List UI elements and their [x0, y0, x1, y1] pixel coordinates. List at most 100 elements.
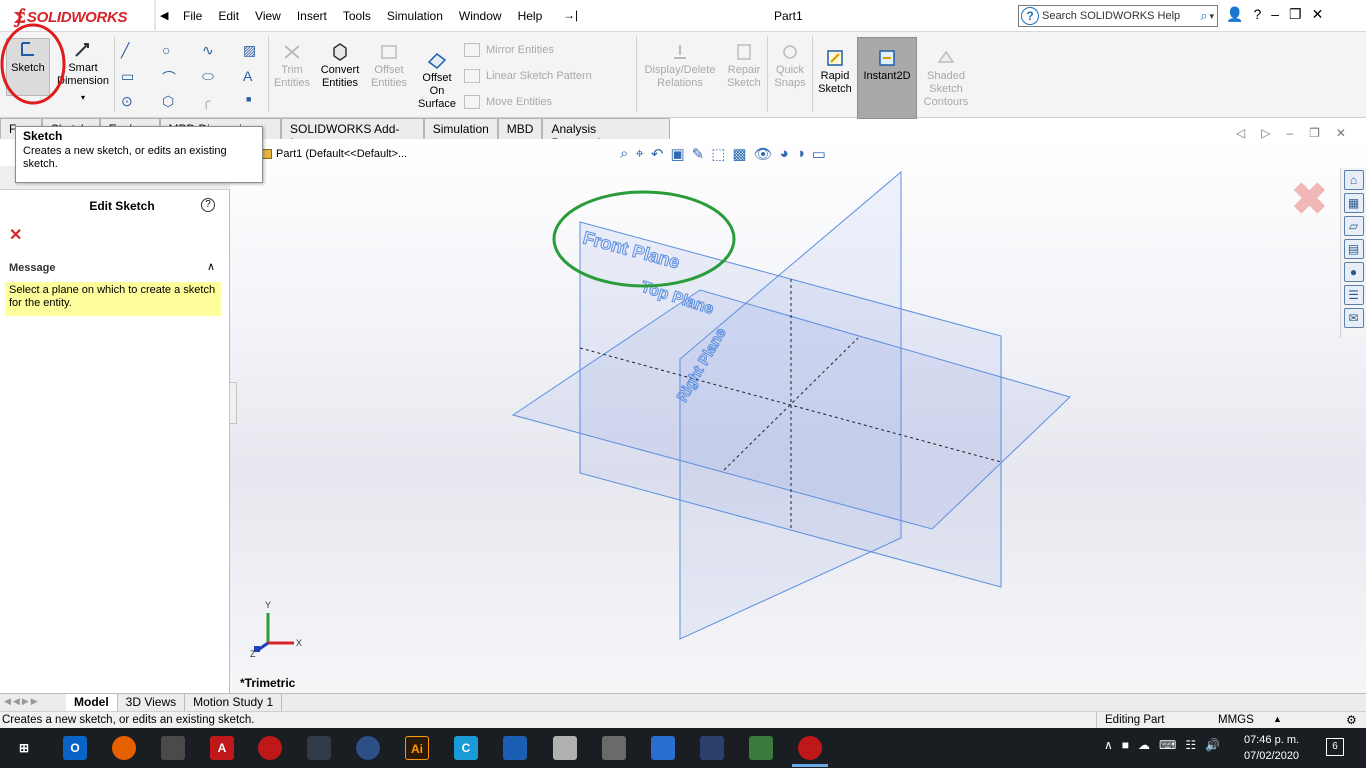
solidworks-2019-icon[interactable]	[258, 736, 282, 760]
tab-model[interactable]: Model	[66, 694, 118, 711]
app-icon[interactable]	[307, 736, 331, 760]
view-palette-icon[interactable]: ▤	[1343, 239, 1364, 259]
apply-scene-icon[interactable]: ◑	[796, 145, 805, 163]
zoom-to-area-icon[interactable]: ⌖	[635, 145, 643, 163]
onedrive-icon[interactable]: ☁	[1138, 738, 1150, 752]
menu-simulation[interactable]: Simulation	[387, 9, 443, 23]
menu-expand-icon[interactable]: ◀	[160, 9, 168, 22]
app-icon[interactable]	[356, 736, 380, 760]
close-icon[interactable]: ✕	[1312, 6, 1324, 23]
rectangle-icon[interactable]: ▭	[121, 68, 134, 85]
app-icon[interactable]	[161, 736, 185, 760]
rebuild-icon[interactable]: ⚙	[1346, 713, 1357, 727]
menu-window[interactable]: Window	[459, 9, 502, 23]
view-settings-icon[interactable]: ▭	[812, 145, 826, 163]
offset-entities-button[interactable]: Offset Entities	[368, 42, 410, 90]
tab-solidworks-addins[interactable]: SOLIDWORKS Add-Ins	[281, 118, 424, 150]
tab-motion-study[interactable]: Motion Study 1	[185, 694, 283, 711]
quick-snaps-button[interactable]: Quick Snaps	[770, 42, 810, 90]
menu-insert[interactable]: Insert	[297, 9, 327, 23]
app-icon[interactable]	[700, 736, 724, 760]
notification-center-icon[interactable]: 6	[1326, 738, 1344, 756]
pin-menu-icon[interactable]: →|	[563, 8, 578, 22]
instant2d-content[interactable]: Instant2D	[859, 48, 915, 83]
shaded-sketch-contours-button[interactable]: Shaded Sketch Contours	[920, 48, 972, 109]
display-style-icon[interactable]: ▩	[732, 145, 746, 163]
reference-planes[interactable]: Front Plane Top Plane Right Plane Y X Z	[230, 139, 1366, 693]
doc-next-icon[interactable]: ▷	[1261, 126, 1270, 140]
illustrator-icon[interactable]: Ai	[405, 736, 429, 760]
dynamic-annotation-icon[interactable]: ✎	[692, 145, 705, 163]
show-hidden-icons-icon[interactable]: ∧	[1104, 738, 1113, 752]
repair-sketch-button[interactable]: Repair Sketch	[724, 42, 764, 90]
units-dropdown-icon[interactable]: ▲	[1273, 714, 1282, 724]
ime-icon[interactable]: ⌨	[1159, 738, 1176, 752]
feature-tree-flyout[interactable]: Part1 (Default<<Default>...	[262, 148, 407, 160]
tab-analysis-preparation[interactable]: Analysis Preparation	[542, 118, 670, 150]
help-icon[interactable]: ?	[201, 198, 215, 212]
firefox-icon[interactable]	[112, 736, 136, 760]
rapid-sketch-button[interactable]: Rapid Sketch	[815, 48, 855, 96]
cancel-icon[interactable]: ✕	[9, 225, 22, 245]
polygon-icon[interactable]: ⬡	[162, 93, 174, 110]
app-icon[interactable]	[602, 736, 626, 760]
mirror-entities-button[interactable]: Mirror Entities	[464, 43, 554, 57]
forum-icon[interactable]: ✉	[1343, 308, 1364, 328]
doc-minimize-icon[interactable]: –	[1286, 126, 1293, 140]
volume-icon[interactable]: 🔊	[1205, 738, 1220, 752]
help-search-box[interactable]: ? Search SOLIDWORKS Help ⌕ ▾	[1018, 5, 1218, 27]
menu-help[interactable]: Help	[518, 9, 543, 23]
menu-tools[interactable]: Tools	[343, 9, 371, 23]
menu-edit[interactable]: Edit	[218, 9, 239, 23]
slot-icon[interactable]: ⊙	[121, 93, 133, 110]
linear-sketch-pattern-button[interactable]: Linear Sketch Pattern	[464, 69, 592, 83]
convert-entities-button[interactable]: Convert Entities	[316, 42, 364, 90]
tab-navigation-arrows-icon[interactable]: ◀◀▶▶	[0, 694, 66, 711]
view-orientation-icon[interactable]: ⬚	[711, 145, 725, 163]
file-explorer-icon[interactable]: ▱	[1343, 216, 1364, 236]
help-search-input[interactable]: Search SOLIDWORKS Help	[1042, 10, 1180, 22]
user-icon[interactable]: 👤	[1226, 6, 1243, 23]
previous-view-icon[interactable]: ↶	[651, 145, 664, 163]
move-entities-button[interactable]: Move Entities	[464, 95, 552, 109]
autocad-icon[interactable]: A	[210, 736, 234, 760]
tray-app-icon[interactable]: ■	[1122, 738, 1129, 752]
unit-system[interactable]: MMGS	[1218, 714, 1254, 726]
line-icon[interactable]: ╱	[121, 42, 129, 59]
ellipse-icon[interactable]: ⬭	[202, 68, 214, 85]
plane-icon[interactable]: ▨	[243, 42, 256, 59]
taskbar-clock[interactable]: 07:46 p. m. 07/02/2020	[1244, 732, 1299, 764]
message-header[interactable]: Message	[9, 262, 55, 274]
fillet-icon[interactable]: ╭	[202, 93, 210, 110]
app-icon[interactable]	[651, 736, 675, 760]
windows-start-icon[interactable]: ⊞	[12, 736, 36, 760]
text-icon[interactable]: A	[243, 68, 252, 84]
menu-file[interactable]: File	[183, 9, 202, 23]
display-delete-relations-button[interactable]: Display/Delete Relations	[640, 42, 720, 90]
spline-icon[interactable]: ∿	[202, 42, 214, 59]
zoom-to-fit-icon[interactable]: ⌕	[620, 145, 628, 163]
exit-sketch-confirmation-icon[interactable]: ✖	[1291, 178, 1328, 222]
restore-icon[interactable]: ❐	[1289, 6, 1302, 23]
hide-show-items-icon[interactable]: 👁	[754, 145, 773, 163]
doc-close-icon[interactable]: ✕	[1336, 126, 1346, 140]
outlook-icon[interactable]: O	[63, 736, 87, 760]
menu-view[interactable]: View	[255, 9, 281, 23]
solidworks-active-icon[interactable]	[798, 736, 822, 760]
wifi-icon[interactable]: ☷	[1185, 738, 1196, 752]
app-icon[interactable]	[749, 736, 773, 760]
help-menu-icon[interactable]: ?	[1253, 6, 1261, 23]
doc-restore-icon[interactable]: ❐	[1309, 126, 1320, 140]
tab-simulation[interactable]: Simulation	[423, 118, 498, 139]
panel-resize-handle[interactable]	[229, 382, 237, 424]
custom-properties-icon[interactable]: ☰	[1343, 285, 1364, 305]
collapse-chevron-icon[interactable]: ∧	[207, 260, 215, 273]
search-dropdown-icon[interactable]: ▾	[1209, 11, 1214, 22]
search-icon[interactable]: ⌕	[1200, 8, 1207, 24]
app-icon[interactable]	[503, 736, 527, 760]
offset-on-surface-button[interactable]: Offset On Surface	[414, 50, 460, 111]
design-library-icon[interactable]: ▦	[1343, 193, 1364, 213]
home-icon[interactable]: ⌂	[1343, 170, 1364, 190]
circle-icon[interactable]: ○	[162, 42, 170, 58]
tab-mbd[interactable]: MBD	[497, 118, 543, 139]
